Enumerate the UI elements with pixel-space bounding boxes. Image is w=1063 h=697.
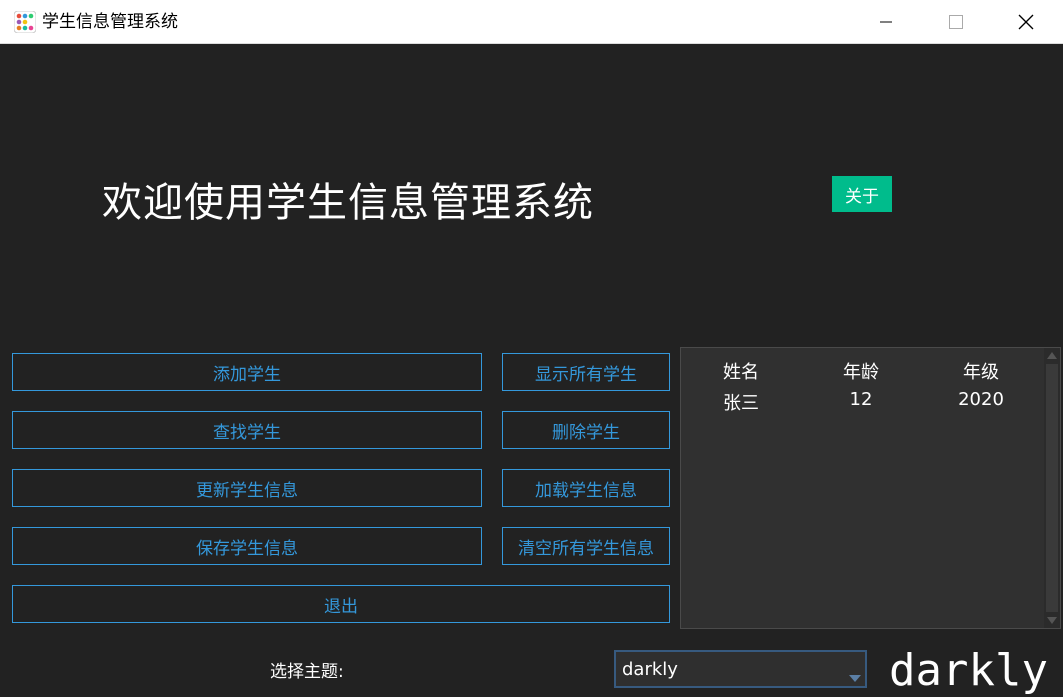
show-all-students-button[interactable]: 显示所有学生 (502, 353, 670, 391)
update-student-button[interactable]: 更新学生信息 (12, 469, 482, 507)
exit-button[interactable]: 退出 (12, 585, 670, 623)
welcome-title: 欢迎使用学生信息管理系统 (102, 180, 594, 226)
theme-select[interactable]: darkly (614, 650, 867, 688)
close-icon[interactable] (991, 0, 1061, 44)
save-students-button[interactable]: 保存学生信息 (12, 527, 482, 565)
title-bar: 学生信息管理系统 (0, 0, 1063, 44)
window-title: 学生信息管理系统 (42, 12, 178, 32)
column-header-age[interactable]: 年龄 (801, 358, 921, 384)
find-student-button[interactable]: 查找学生 (12, 411, 482, 449)
column-header-grade[interactable]: 年级 (921, 358, 1041, 384)
cell-name: 张三 (723, 393, 759, 414)
chevron-down-icon[interactable] (849, 675, 861, 682)
scroll-up-icon[interactable] (1047, 352, 1057, 359)
theme-label: 选择主题: (270, 662, 344, 682)
table-scrollbar[interactable] (1044, 348, 1060, 628)
theme-select-value: darkly (622, 658, 678, 680)
delete-student-button[interactable]: 删除学生 (502, 411, 670, 449)
column-header-name[interactable]: 姓名 (681, 358, 801, 384)
maximize-icon[interactable] (921, 0, 991, 44)
scroll-down-icon[interactable] (1047, 617, 1057, 624)
add-student-button[interactable]: 添加学生 (12, 353, 482, 391)
minimize-icon[interactable] (851, 0, 921, 44)
scroll-thumb[interactable] (1046, 364, 1058, 612)
student-table[interactable]: 姓名 年龄 年级 张三 12 2020 (680, 347, 1061, 629)
main-panel: 欢迎使用学生信息管理系统 关于 添加学生 显示所有学生 查找学生 删除学生 更新… (2, 45, 1061, 696)
load-students-button[interactable]: 加载学生信息 (502, 469, 670, 507)
cell-age: 12 (849, 389, 873, 410)
clear-all-students-button[interactable]: 清空所有学生信息 (502, 527, 670, 565)
current-theme-display: darkly (889, 645, 1048, 696)
cell-grade: 2020 (958, 389, 1004, 410)
app-dots-icon (14, 11, 36, 33)
about-button[interactable]: 关于 (832, 176, 892, 212)
